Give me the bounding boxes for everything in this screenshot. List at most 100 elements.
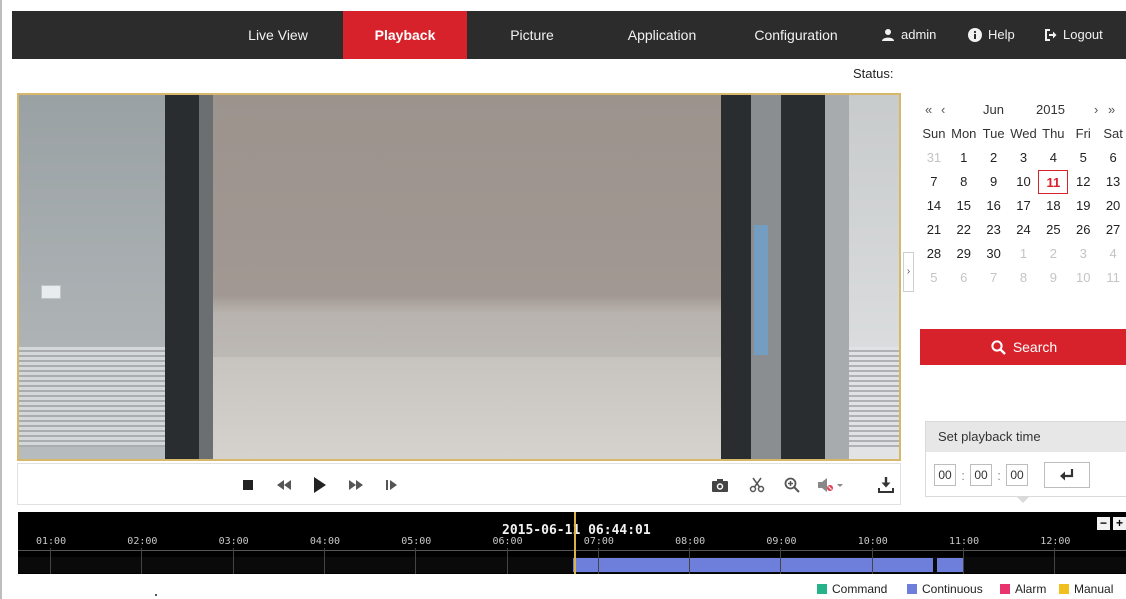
calendar-day[interactable]: 25: [1038, 218, 1068, 242]
timeline-tick-label: 09:00: [766, 536, 797, 547]
minute-field[interactable]: 00: [970, 464, 992, 486]
hour-field[interactable]: 00: [934, 464, 956, 486]
calendar-day-outside[interactable]: 5: [919, 266, 949, 290]
calendar-day[interactable]: 21: [919, 218, 949, 242]
weekday-header: Sat: [1103, 126, 1123, 141]
calendar-day[interactable]: 3: [1009, 146, 1039, 170]
top-nav-bar: Live View Playback Picture Application C…: [12, 11, 1126, 59]
video-frame: [199, 95, 213, 459]
calendar-day[interactable]: 5: [1068, 146, 1098, 170]
logout-link[interactable]: Logout: [1043, 11, 1103, 59]
calendar-day[interactable]: 1: [949, 146, 979, 170]
calendar-day[interactable]: 17: [1009, 194, 1039, 218]
calendar-day[interactable]: 19: [1068, 194, 1098, 218]
calendar-day[interactable]: 30: [979, 242, 1009, 266]
nav-live-view[interactable]: Live View: [228, 11, 328, 59]
clip-button[interactable]: [745, 473, 769, 497]
video-viewport[interactable]: [17, 93, 901, 461]
set-playback-time-panel: Set playback time 00 : 00 : 00: [925, 421, 1126, 497]
fast-forward-button[interactable]: [344, 473, 368, 497]
timeline[interactable]: − + 2015-06-11 06:44:01 01:00 02:00 03:00 0…: [18, 512, 1126, 574]
calendar-day[interactable]: 6: [1098, 146, 1126, 170]
prev-month-button[interactable]: ‹: [941, 102, 945, 117]
calendar-day[interactable]: 29: [949, 242, 979, 266]
calendar-day[interactable]: 8: [949, 170, 979, 194]
calendar-day-outside[interactable]: 3: [1068, 242, 1098, 266]
help-link[interactable]: Help: [968, 11, 1015, 59]
calendar-day[interactable]: 24: [1009, 218, 1039, 242]
calendar-day[interactable]: 11: [1038, 170, 1069, 194]
recording-segment[interactable]: [573, 558, 933, 572]
weekday-header: Thu: [1042, 126, 1065, 141]
calendar-day-outside[interactable]: 10: [1068, 266, 1098, 290]
timeline-tick-label: 01:00: [36, 536, 67, 547]
capture-button[interactable]: [708, 473, 732, 497]
calendar-day[interactable]: 26: [1068, 218, 1098, 242]
calendar-day-outside[interactable]: 9: [1038, 266, 1068, 290]
prev-year-button[interactable]: «: [925, 102, 932, 117]
calendar-day-outside[interactable]: 31: [919, 146, 949, 170]
weekday-header: Mon: [951, 126, 977, 141]
calendar-day[interactable]: 20: [1098, 194, 1126, 218]
calendar-month[interactable]: Jun: [983, 102, 1004, 117]
calendar-day[interactable]: 7: [919, 170, 949, 194]
digital-zoom-button[interactable]: [780, 473, 804, 497]
calendar-day[interactable]: 13: [1098, 170, 1126, 194]
calendar-day[interactable]: 10: [1009, 170, 1039, 194]
calendar-year[interactable]: 2015: [1036, 102, 1065, 117]
weekday-header: Fri: [1075, 126, 1091, 141]
search-button[interactable]: Search: [920, 329, 1126, 365]
nav-configuration[interactable]: Configuration: [734, 11, 858, 59]
calendar-day[interactable]: 16: [979, 194, 1009, 218]
next-month-button[interactable]: ›: [1094, 102, 1098, 117]
calendar-day[interactable]: 4: [1038, 146, 1068, 170]
calendar-day[interactable]: 2: [979, 146, 1009, 170]
nav-playback[interactable]: Playback: [343, 11, 467, 59]
second-field[interactable]: 00: [1006, 464, 1028, 486]
stop-button[interactable]: [236, 473, 260, 497]
timeline-zoom-out-button[interactable]: −: [1097, 517, 1110, 530]
nav-picture[interactable]: Picture: [482, 11, 582, 59]
calendar-day[interactable]: 12: [1068, 170, 1098, 194]
calendar-day-outside[interactable]: 2: [1038, 242, 1068, 266]
calendar-day[interactable]: 23: [979, 218, 1009, 242]
calendar-day[interactable]: 22: [949, 218, 979, 242]
calendar-day[interactable]: 9: [979, 170, 1009, 194]
chevron-right-icon: ›: [906, 266, 911, 277]
calendar-day-outside[interactable]: 8: [1009, 266, 1039, 290]
calendar-day[interactable]: 15: [949, 194, 979, 218]
weekday-header: Sun: [922, 126, 946, 141]
audio-button[interactable]: [814, 473, 848, 497]
calendar-day[interactable]: 27: [1098, 218, 1126, 242]
play-button[interactable]: [308, 473, 332, 497]
slow-backward-button[interactable]: [272, 473, 296, 497]
download-button[interactable]: [874, 473, 898, 497]
calendar-day[interactable]: 28: [919, 242, 949, 266]
collapse-panel-button[interactable]: ›: [903, 252, 914, 292]
recording-segment[interactable]: [937, 558, 963, 572]
legend-item-alarm: Alarm: [1000, 582, 1046, 596]
timeline-tick-label: 12:00: [1040, 536, 1071, 547]
timeline-cursor[interactable]: [574, 512, 576, 574]
single-frame-button[interactable]: [380, 473, 404, 497]
playback-page: Live View Playback Picture Application C…: [0, 0, 1126, 599]
timeline-current-time: 2015-06-11 06:44:01: [502, 523, 651, 538]
calendar-day-outside[interactable]: 6: [949, 266, 979, 290]
timeline-zoom-in-button[interactable]: +: [1113, 517, 1126, 530]
stop-icon: [243, 480, 253, 490]
calendar-day-outside[interactable]: 7: [979, 266, 1009, 290]
calendar-day[interactable]: 18: [1038, 194, 1068, 218]
calendar-day-outside[interactable]: 11: [1098, 266, 1126, 290]
timeline-tick-mark: [597, 548, 599, 574]
nav-application[interactable]: Application: [607, 11, 717, 59]
user-menu[interactable]: admin: [881, 11, 936, 59]
next-year-button[interactable]: »: [1108, 102, 1115, 117]
weekday-header: Wed: [1010, 126, 1037, 141]
calendar-day-outside[interactable]: 1: [1009, 242, 1039, 266]
timeline-tick-mark: [871, 548, 873, 574]
calendar: « ‹ Jun 2015 › » Sun Mon Tue Wed Thu Fri Sat 31…: [919, 96, 1126, 290]
weekday-header: Tue: [982, 126, 1005, 141]
go-to-time-button[interactable]: [1044, 462, 1090, 488]
calendar-day[interactable]: 14: [919, 194, 949, 218]
calendar-day-outside[interactable]: 4: [1098, 242, 1126, 266]
